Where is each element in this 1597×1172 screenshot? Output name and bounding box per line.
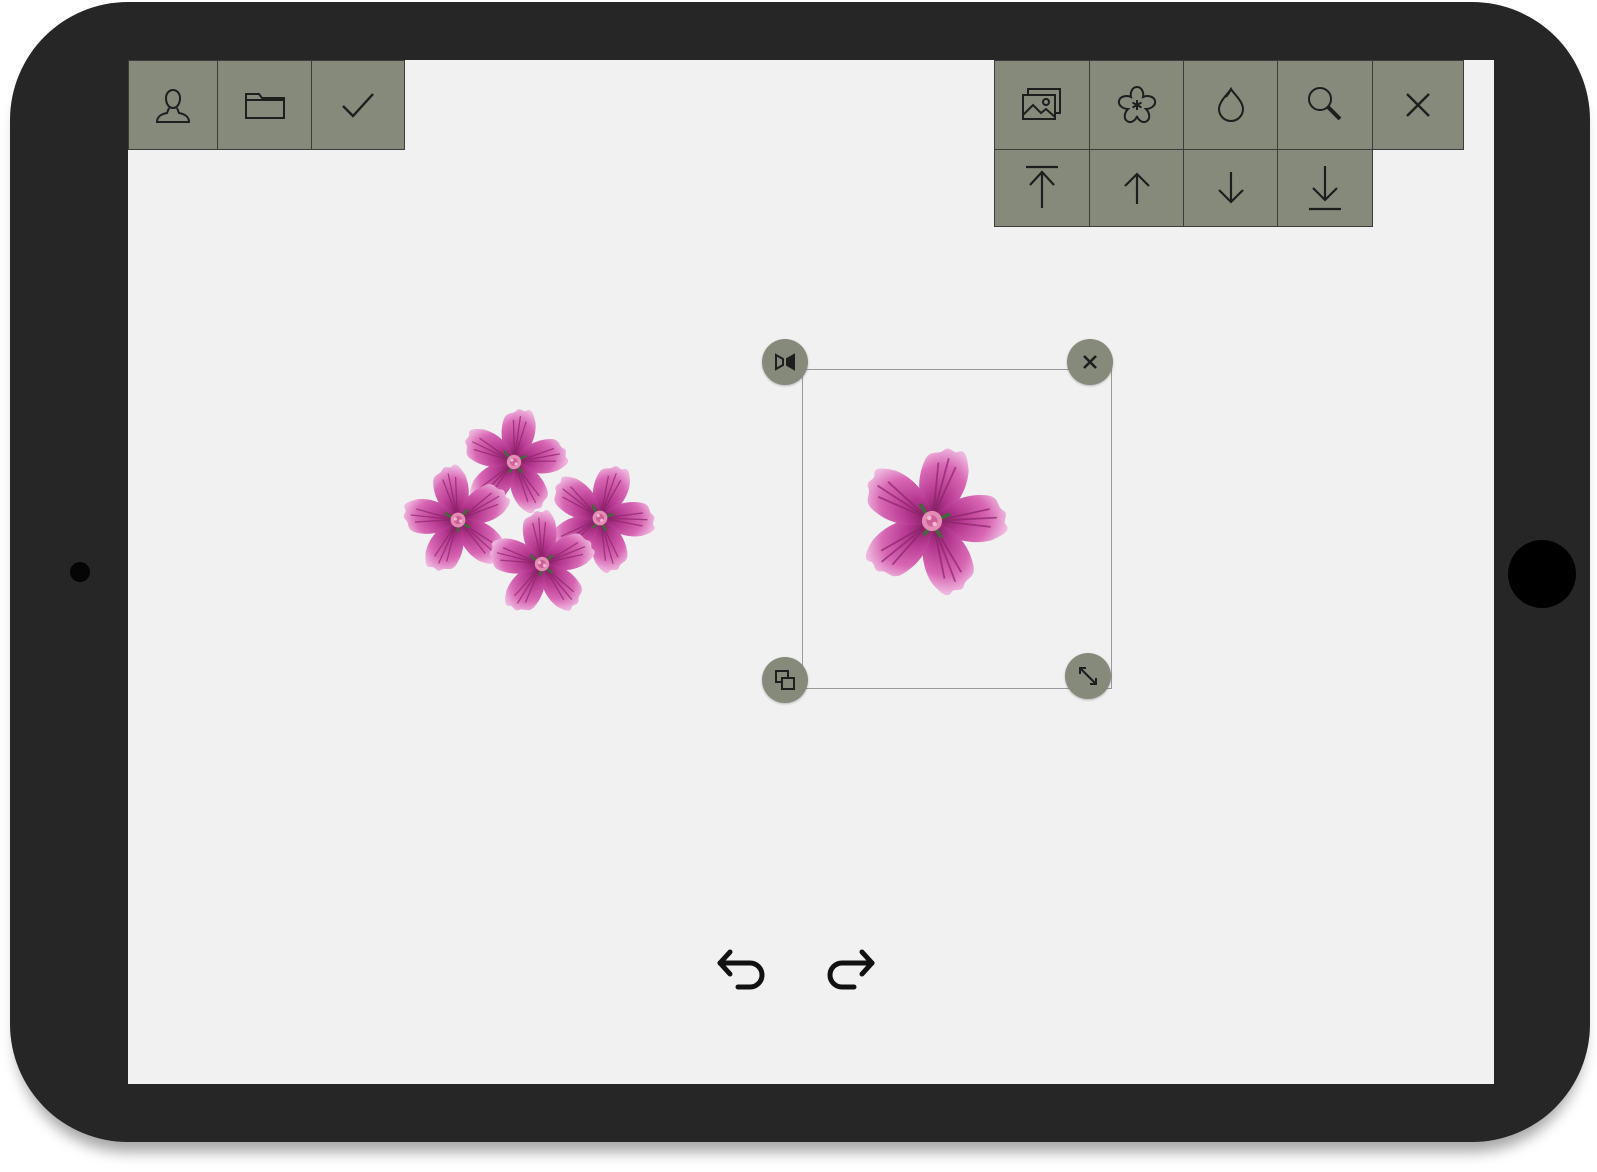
search-icon [1308, 87, 1342, 121]
droplet-icon [1217, 86, 1244, 122]
redo-icon [827, 949, 875, 990]
undo-button[interactable] [710, 942, 774, 1002]
color-button[interactable] [1183, 60, 1278, 150]
flower-icon [1117, 85, 1156, 124]
zoom-button[interactable] [1277, 60, 1373, 150]
app-screen [128, 60, 1494, 1084]
duplicate-handle[interactable] [762, 657, 808, 703]
flip-handle[interactable] [762, 339, 808, 385]
camera-dot [70, 562, 90, 582]
home-button[interactable] [1508, 540, 1576, 608]
duplicate-icon [775, 670, 795, 690]
arrow-down-icon [1217, 172, 1244, 204]
resize-handle[interactable] [1065, 653, 1111, 699]
resize-icon [1079, 667, 1097, 685]
user-icon [155, 89, 191, 123]
arrow-up-icon [1123, 172, 1150, 204]
flip-icon [775, 353, 795, 371]
open-folder-button[interactable] [217, 60, 312, 150]
stickers-button[interactable] [1089, 60, 1184, 150]
check-icon [342, 93, 374, 118]
tablet-frame [10, 2, 1590, 1142]
arrow-down-to-line-icon [1309, 166, 1341, 211]
undo-icon [717, 949, 765, 990]
send-backward-button[interactable] [1183, 149, 1278, 227]
close-button[interactable] [1372, 60, 1464, 150]
confirm-button[interactable] [311, 60, 405, 150]
delete-handle[interactable] [1067, 339, 1113, 385]
arrow-up-to-line-icon [1026, 165, 1058, 208]
profile-button[interactable] [128, 60, 218, 150]
background-button[interactable] [994, 60, 1090, 150]
bring-forward-button[interactable] [1089, 149, 1184, 227]
flower-cluster-sticker[interactable] [390, 400, 662, 620]
bring-to-front-button[interactable] [994, 149, 1090, 227]
send-to-back-button[interactable] [1277, 149, 1373, 227]
folder-icon [244, 93, 285, 119]
selected-flower-sticker[interactable] [840, 435, 1020, 610]
image-icon [1022, 88, 1061, 120]
redo-button[interactable] [818, 942, 882, 1002]
close-icon [1083, 355, 1097, 369]
close-icon [1406, 93, 1430, 117]
